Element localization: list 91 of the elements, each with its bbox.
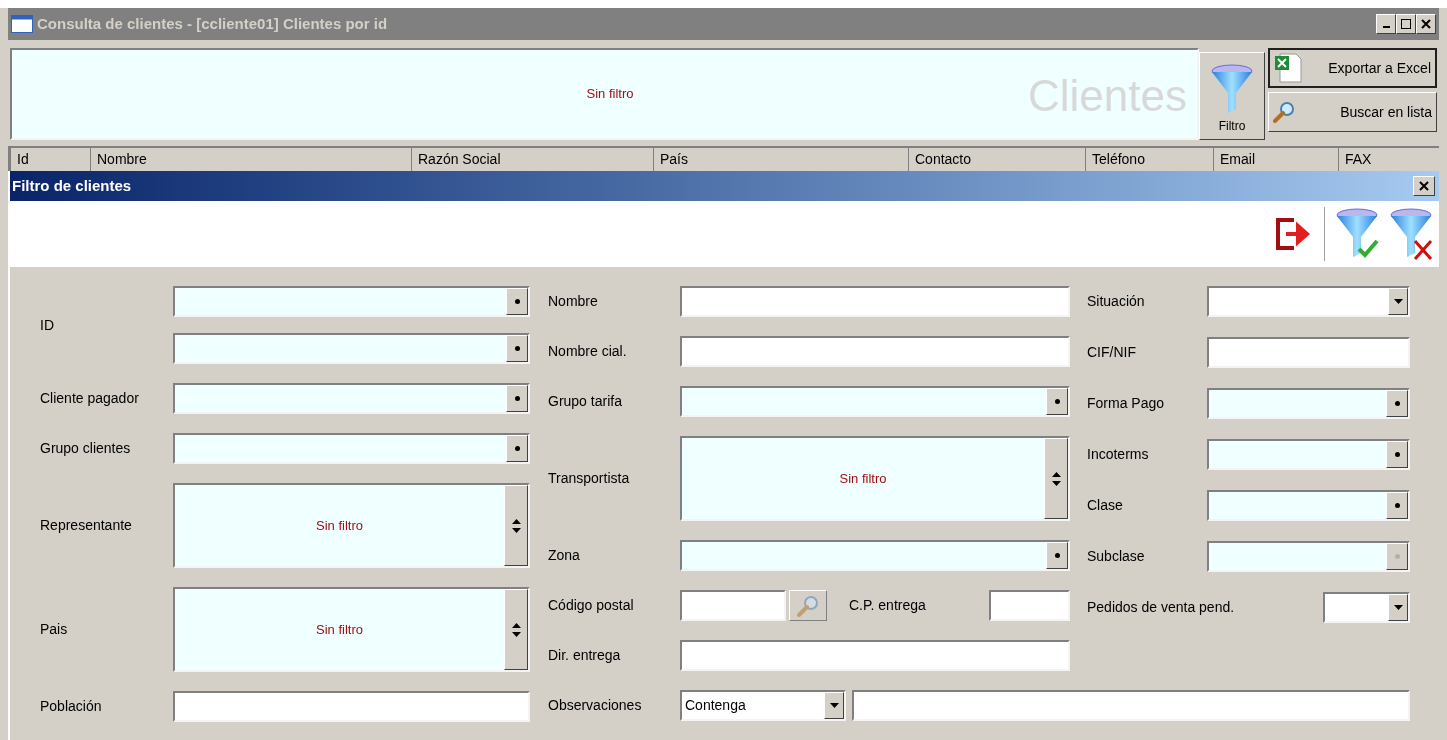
search-icon xyxy=(797,594,819,617)
up-down-icon xyxy=(1051,470,1061,487)
field-label: Cliente pagador xyxy=(40,389,140,408)
combo-button[interactable] xyxy=(1386,441,1408,468)
field-label: Forma Pago xyxy=(1087,394,1166,413)
combo-button[interactable] xyxy=(506,385,528,412)
input-field[interactable] xyxy=(1207,337,1410,368)
caret-icon xyxy=(829,703,839,708)
filter-status: Sin filtro xyxy=(839,469,887,488)
maximize-icon xyxy=(1401,19,1411,29)
combo-button[interactable] xyxy=(1386,492,1408,519)
close-icon xyxy=(1419,181,1429,191)
field-label: Zona xyxy=(548,546,581,565)
combo-field[interactable] xyxy=(680,540,1070,571)
list-box[interactable]: Sin filtro xyxy=(173,483,530,568)
combo-field[interactable] xyxy=(680,386,1070,417)
input-field[interactable] xyxy=(989,590,1070,621)
input-field[interactable] xyxy=(852,690,1410,721)
dropdown-button[interactable] xyxy=(824,692,844,719)
field-label: Situación xyxy=(1087,292,1146,311)
input-field[interactable] xyxy=(680,590,786,621)
field-label: Nombre cial. xyxy=(548,342,628,361)
field-label: CIF/NIF xyxy=(1087,343,1137,362)
filter-status: Sin filtro xyxy=(316,516,363,535)
combo-button[interactable] xyxy=(1386,390,1408,417)
field-label: Dir. entrega xyxy=(548,646,622,665)
field-label: Grupo tarifa xyxy=(548,392,623,411)
search-icon xyxy=(1273,101,1295,123)
clear-filter-button[interactable] xyxy=(1389,207,1433,261)
field-label: Subclase xyxy=(1087,547,1146,566)
spreadsheet-icon xyxy=(1274,53,1302,83)
maximize-button[interactable] xyxy=(1396,14,1416,34)
scroll-button[interactable] xyxy=(504,485,528,566)
field-label: Observaciones xyxy=(548,696,643,715)
search-button[interactable] xyxy=(789,590,827,621)
combo-button[interactable] xyxy=(506,335,528,362)
search-button[interactable]: Buscar en lista xyxy=(1268,92,1437,132)
scroll-button[interactable] xyxy=(504,589,528,670)
field-label: Incoterms xyxy=(1087,445,1150,464)
minimize-icon xyxy=(1382,26,1390,28)
combo-field[interactable] xyxy=(173,433,530,464)
field-label: Pais xyxy=(40,620,69,639)
input-field[interactable] xyxy=(173,691,530,722)
field-label: ID xyxy=(40,315,55,335)
list-box[interactable]: Sin filtro xyxy=(173,587,530,672)
filter-status: Sin filtro xyxy=(316,620,363,639)
field-label: Nombre xyxy=(548,292,599,311)
field-label: Grupo clientes xyxy=(40,439,132,458)
scroll-button[interactable] xyxy=(1044,438,1068,519)
field-label: Clase xyxy=(1087,496,1124,515)
match-mode-dropdown[interactable]: Contenga xyxy=(680,690,846,721)
close-icon xyxy=(1421,19,1431,29)
minimize-button[interactable] xyxy=(1376,14,1396,34)
filter-status: Sin filtro xyxy=(586,85,634,104)
field-label: Población xyxy=(40,697,103,716)
caret-icon xyxy=(1393,605,1403,610)
combo-button[interactable] xyxy=(506,288,528,315)
window-title: Consulta de clientes - [ccliente01] Clientes por id xyxy=(37,13,388,34)
combo-button[interactable] xyxy=(1046,542,1068,569)
up-down-icon xyxy=(511,517,521,534)
filter-button[interactable]: Filtro xyxy=(1199,52,1265,140)
field-label: Transportista xyxy=(548,469,631,488)
input-field[interactable] xyxy=(680,640,1070,671)
combo-field[interactable] xyxy=(1207,439,1410,470)
dropdown-field[interactable] xyxy=(1207,286,1410,317)
combo-field[interactable] xyxy=(173,286,530,317)
window-icon xyxy=(11,15,33,33)
field-label: Código postal xyxy=(548,596,635,615)
dropdown-button[interactable] xyxy=(1388,594,1408,621)
dropdown-field[interactable] xyxy=(1323,592,1410,623)
export-button[interactable]: Exportar a Excel xyxy=(1268,48,1437,88)
combo-button[interactable] xyxy=(1046,388,1068,415)
funnel-x-icon xyxy=(1389,207,1433,261)
list-box[interactable]: Sin filtro xyxy=(680,436,1070,521)
field-label: Pedidos de venta pend. xyxy=(1087,598,1236,617)
up-down-icon xyxy=(511,621,521,638)
dropdown-button[interactable] xyxy=(1388,288,1408,315)
combo-field[interactable] xyxy=(173,383,530,414)
combo-button[interactable] xyxy=(506,435,528,462)
close-button[interactable] xyxy=(1413,176,1435,196)
exit-icon xyxy=(1274,216,1312,252)
field-label: C.P. entrega xyxy=(849,596,927,615)
field-label: Representante xyxy=(40,516,133,535)
combo-field[interactable] xyxy=(173,333,530,364)
input-field[interactable] xyxy=(680,336,1070,367)
combo-field[interactable] xyxy=(1207,490,1410,521)
combo-field[interactable] xyxy=(1207,388,1410,419)
close-button[interactable] xyxy=(1416,14,1436,34)
dialog-title: Filtro de clientes xyxy=(12,175,132,196)
caret-icon xyxy=(1393,299,1403,304)
input-field[interactable] xyxy=(680,286,1070,317)
